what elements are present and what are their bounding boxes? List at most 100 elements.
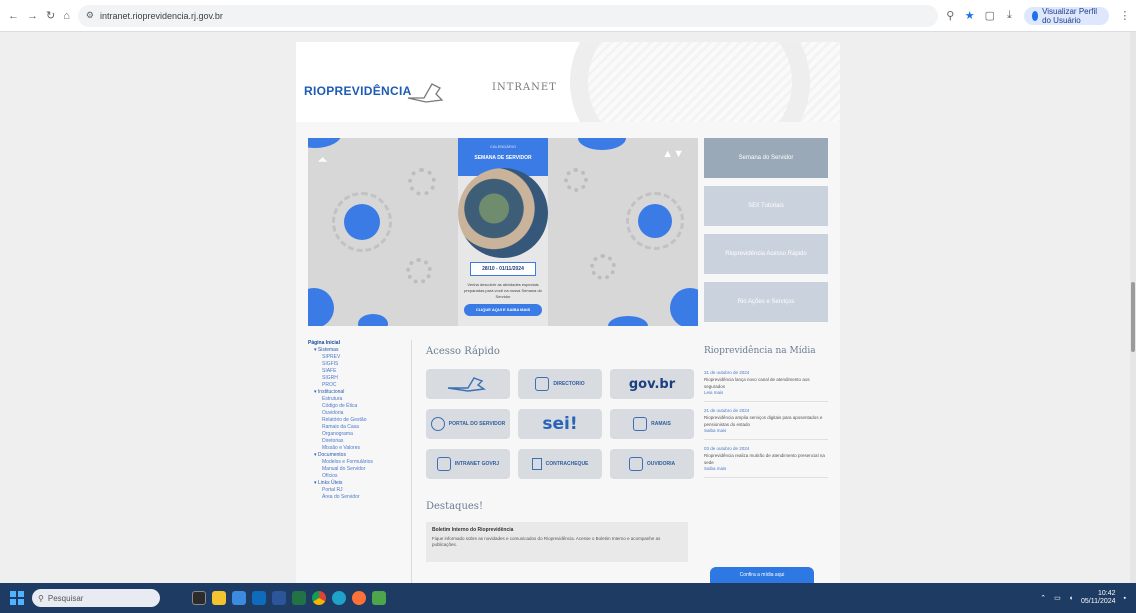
media-item[interactable]: 31 de outubro de 2024 Rioprevidência lan… bbox=[704, 370, 828, 402]
leftnav-item[interactable]: Página Inicial bbox=[308, 340, 411, 347]
forward-icon[interactable]: → bbox=[27, 9, 38, 23]
media-item-text: Rioprevidência amplia serviços digitais … bbox=[704, 415, 823, 427]
side-button-3[interactable]: Rioprevidência Acesso Rápido bbox=[704, 234, 828, 274]
leftnav-item[interactable]: Estrutura bbox=[308, 396, 411, 403]
logo-text: RIOPREVIDÊNCIA bbox=[304, 84, 412, 98]
site-logo[interactable]: RIOPREVIDÊNCIA bbox=[304, 76, 446, 106]
leftnav-item[interactable]: Diretorias bbox=[308, 438, 411, 445]
directory-icon bbox=[535, 377, 550, 391]
leftnav-item[interactable]: Ouvidoria bbox=[308, 410, 411, 417]
page-scrollbar[interactable] bbox=[1130, 32, 1136, 583]
back-icon[interactable]: ← bbox=[8, 9, 19, 23]
highlights-heading: Boletim Interno do Rioprevidência bbox=[432, 527, 514, 533]
media-item-link[interactable]: Saiba mais bbox=[704, 428, 828, 433]
windows-taskbar: ⚲ Pesquisar ⌃ ▭ ◖ 10:42 05/11/2024 ▪ bbox=[0, 583, 1136, 613]
leftnav-item[interactable]: ▾ Links Úteis bbox=[308, 480, 411, 487]
media-section: Rioprevidência na Mídia 31 de outubro de… bbox=[704, 340, 828, 583]
store-icon[interactable] bbox=[232, 591, 246, 605]
side-button-2[interactable]: SEI! Tutoriais bbox=[704, 186, 828, 226]
download-icon[interactable]: ⤓ bbox=[1005, 9, 1014, 23]
banner-dot bbox=[308, 288, 334, 326]
browser-toolbar: ← → ↻ ⌂ ⚙ intranet.rioprevidencia.rj.gov… bbox=[0, 0, 1136, 32]
quick-tile-ouvidoria[interactable]: OUVIDORIA bbox=[610, 449, 694, 479]
banner-dot bbox=[670, 288, 698, 326]
leftnav-item[interactable]: Missão e Valores bbox=[308, 445, 411, 452]
profile-button[interactable]: Visualizar Perfil do Usuário bbox=[1023, 6, 1110, 25]
media-item[interactable]: 03 de outubro de 2024 Rioprevidência rea… bbox=[704, 446, 828, 478]
leftnav-item[interactable]: SIGRH bbox=[308, 375, 411, 382]
volume-icon[interactable]: ◖ bbox=[1069, 595, 1073, 602]
leftnav-item[interactable]: Portal RJ bbox=[308, 487, 411, 494]
media-item-link[interactable]: Saiba mais bbox=[704, 466, 828, 471]
zoom-icon[interactable]: ⚲ bbox=[946, 9, 955, 23]
leftnav-item[interactable]: Área do Servidor bbox=[308, 494, 411, 501]
clock[interactable]: 10:42 05/11/2024 bbox=[1081, 590, 1116, 606]
quick-tile-rioprevidencia[interactable] bbox=[426, 369, 510, 399]
media-more-button[interactable]: Confira a mídia aqui bbox=[710, 567, 814, 583]
leftnav-item[interactable]: SIAFE bbox=[308, 368, 411, 375]
teams-icon[interactable] bbox=[372, 591, 386, 605]
quick-tile-ramais[interactable]: RAMAIS bbox=[610, 409, 694, 439]
hero-banner[interactable]: ◢◣ ▲▼ CALENDÁRIO SEMANA DE SERVIDOR 28/1… bbox=[308, 138, 698, 326]
file-explorer-icon[interactable] bbox=[212, 591, 226, 605]
media-item-text: Rioprevidência realiza mutirão de atendi… bbox=[704, 453, 825, 465]
quick-tile-intranet-govrj[interactable]: INTRANET GOVRJ bbox=[426, 449, 510, 479]
banner-cta-button[interactable]: CLIQUE AQUI E SAIBA MAIS bbox=[464, 304, 542, 316]
word-icon[interactable] bbox=[272, 591, 286, 605]
highlights-box[interactable]: Boletim Interno do Rioprevidência Fique … bbox=[426, 522, 688, 562]
leftnav-item[interactable]: Modelos e Formulários bbox=[308, 459, 411, 466]
leftnav-item[interactable]: Ramais da Casa bbox=[308, 424, 411, 431]
side-button-1[interactable]: Semana do Servidor bbox=[704, 138, 828, 178]
side-button-4[interactable]: Rio Ações e Serviços bbox=[704, 282, 828, 322]
chevron-up-icon[interactable]: ⌃ bbox=[1040, 594, 1046, 602]
media-item-link[interactable]: Leia mais bbox=[704, 390, 828, 395]
notification-icon[interactable]: ▪ bbox=[1124, 595, 1126, 602]
chrome-icon[interactable] bbox=[312, 591, 326, 605]
menu-icon[interactable]: ⋮ bbox=[1119, 9, 1130, 23]
leftnav-item[interactable]: Relatório de Gestão bbox=[308, 417, 411, 424]
banner-dot bbox=[608, 316, 648, 326]
quick-tile-sei[interactable]: sei! bbox=[518, 409, 602, 439]
media-item-date: 31 de outubro de 2024 bbox=[704, 370, 750, 375]
banner-dot bbox=[564, 168, 588, 192]
quick-tile-directorio[interactable]: DIRECTORIO bbox=[518, 369, 602, 399]
address-bar[interactable]: ⚙ intranet.rioprevidencia.rj.gov.br bbox=[77, 4, 938, 27]
network-icon[interactable]: ▭ bbox=[1054, 594, 1061, 602]
leftnav-item[interactable]: SIPREV bbox=[308, 354, 411, 361]
media-item[interactable]: 21 de outubro de 2024 Rioprevidência amp… bbox=[704, 408, 828, 440]
leftnav-item[interactable]: Ofícios bbox=[308, 473, 411, 480]
leftnav-item[interactable]: PROC bbox=[308, 382, 411, 389]
leftnav-item[interactable]: ▾ Documentos bbox=[308, 452, 411, 459]
task-view-icon[interactable] bbox=[192, 591, 206, 605]
clock-time: 10:42 bbox=[1097, 590, 1116, 597]
highlights-text: Fique informado sobre as novidades e com… bbox=[432, 536, 661, 547]
windows-start-icon[interactable] bbox=[10, 591, 24, 605]
banner-headline: SEMANA DE SERVIDOR bbox=[474, 155, 532, 161]
leftnav-item[interactable]: ▾ Institucional bbox=[308, 389, 411, 396]
edge-icon[interactable] bbox=[332, 591, 346, 605]
left-navigation: Página Inicial ▾ Sistemas SIPREV SIGFIS SIAF… bbox=[308, 340, 412, 583]
taskbar-search[interactable]: ⚲ Pesquisar bbox=[32, 589, 160, 607]
site-info-icon[interactable]: ⚙ bbox=[86, 10, 94, 21]
bookmark-star-icon[interactable]: ★ bbox=[965, 9, 975, 23]
leftnav-item[interactable]: Código de Ética bbox=[308, 403, 411, 410]
quick-tile-govbr[interactable]: gov.br bbox=[610, 369, 694, 399]
home-icon[interactable]: ⌂ bbox=[63, 9, 70, 23]
page-viewport: RIOPREVIDÊNCIA INTRANET ◢◣ ▲▼ CALENDÁRIO… bbox=[0, 32, 1136, 583]
leftnav-item[interactable]: SIGFIS bbox=[308, 361, 411, 368]
quick-tile-portal-servidor[interactable]: PORTAL DO SERVIDOR bbox=[426, 409, 510, 439]
quick-tile-contracheque[interactable]: CONTRACHEQUE bbox=[518, 449, 602, 479]
outlook-icon[interactable] bbox=[252, 591, 266, 605]
scrollbar-thumb[interactable] bbox=[1131, 282, 1135, 352]
banner-dot bbox=[308, 138, 342, 148]
leftnav-item[interactable]: Organograma bbox=[308, 431, 411, 438]
quick-tile-label: PORTAL DO SERVIDOR bbox=[448, 421, 506, 427]
quick-tile-label: DIRECTORIO bbox=[553, 381, 585, 387]
excel-icon[interactable] bbox=[292, 591, 306, 605]
banner-dot bbox=[638, 204, 672, 238]
reload-icon[interactable]: ↻ bbox=[46, 9, 55, 23]
extensions-icon[interactable]: ▢ bbox=[985, 9, 995, 23]
firefox-icon[interactable] bbox=[352, 591, 366, 605]
leftnav-item[interactable]: Manual do Servidor bbox=[308, 466, 411, 473]
leftnav-item[interactable]: ▾ Sistemas bbox=[308, 347, 411, 354]
